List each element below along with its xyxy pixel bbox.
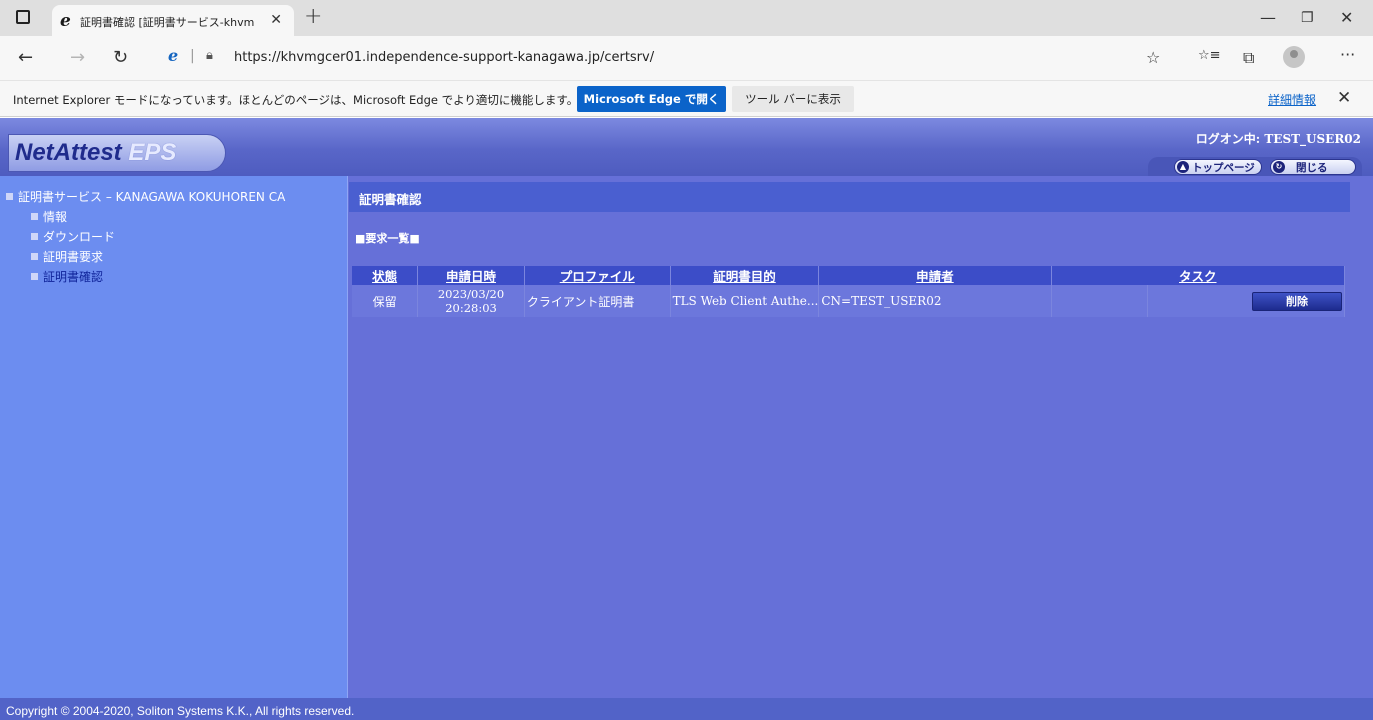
browser-titlebar: e 証明書確認 [証明書サービス-khvm ✕ + — ❐ ✕ xyxy=(0,0,1373,36)
arrow-up-icon: ▲ xyxy=(1177,161,1189,173)
ie-mode-icon[interactable]: e xyxy=(168,46,178,65)
delete-button[interactable]: 削除 xyxy=(1252,291,1342,311)
top-page-button[interactable]: ▲ トップページ xyxy=(1174,159,1262,175)
profile-avatar[interactable] xyxy=(1283,46,1305,68)
column-header: タスク xyxy=(1051,266,1346,285)
sidebar-item-label: 証明書要求 xyxy=(43,250,104,264)
refresh-button[interactable]: ↻ xyxy=(113,47,128,68)
sidebar-item-cert-request[interactable]: 証明書要求 xyxy=(31,248,103,265)
url-text[interactable]: https://khvmgcer01.independence-support-… xyxy=(234,50,654,65)
bullet-icon xyxy=(31,253,38,260)
new-tab-button[interactable]: + xyxy=(304,4,322,29)
section-title: ■要求一覧■ xyxy=(355,232,420,245)
bullet-icon xyxy=(31,273,38,280)
web-page: NetAttest EPS ログオン中: TEST_USER02 ▲ トップペー… xyxy=(0,118,1373,720)
sidebar-item-label: 情報 xyxy=(43,210,68,224)
minimize-button[interactable]: — xyxy=(1260,8,1276,27)
task-cell: 削除 xyxy=(1147,285,1346,317)
sidebar-root[interactable]: 証明書サービス – KANAGAWA KOKUHOREN CA xyxy=(6,188,285,205)
table-row: 保留 2023/03/20 20:28:03 クライアント証明書 TLS Web… xyxy=(352,285,1346,317)
purpose-cell: TLS Web Client Authe... xyxy=(670,285,820,317)
column-header[interactable]: 申請日時 xyxy=(417,266,525,285)
page-info-icon[interactable]: 🔒︎ xyxy=(206,48,213,63)
tab-actions-icon[interactable] xyxy=(16,10,30,24)
sidebar-item-info[interactable]: 情報 xyxy=(31,208,67,225)
footer-copyright: Copyright © 2004-2020, Soliton Systems K… xyxy=(0,698,1373,720)
sidebar: 証明書サービス – KANAGAWA KOKUHOREN CA 情報 ダウンロー… xyxy=(0,176,348,698)
column-header[interactable]: 証明書目的 xyxy=(670,266,820,285)
status-cell: 保留 xyxy=(352,285,419,317)
back-button[interactable]: ← xyxy=(18,47,33,68)
page-title: 証明書確認 xyxy=(349,182,1350,212)
logo-text-eps: EPS xyxy=(128,139,177,166)
tab-close-icon[interactable]: ✕ xyxy=(270,12,282,28)
date-value: 2023/03/20 xyxy=(437,287,505,301)
column-header[interactable]: 状態 xyxy=(352,266,419,285)
page-header: NetAttest EPS ログオン中: TEST_USER02 ▲ トップペー… xyxy=(0,118,1373,177)
add-favorite-icon[interactable]: ☆ xyxy=(1146,48,1160,67)
time-value: 20:28:03 xyxy=(445,301,497,315)
date-cell: 2023/03/20 20:28:03 xyxy=(417,285,525,317)
show-in-toolbar-button[interactable]: ツール バーに表示 xyxy=(732,86,854,112)
tab-title: 証明書確認 [証明書サービス-khvm xyxy=(80,16,255,29)
sidebar-item-cert-check[interactable]: 証明書確認 xyxy=(31,268,103,285)
close-page-button[interactable]: ↻ 閉じる xyxy=(1270,159,1356,175)
netattest-eps-logo: NetAttest EPS xyxy=(8,134,226,172)
request-table: 状態 申請日時 プロファイル 証明書目的 申請者 タスク 保留 2023/03/… xyxy=(352,266,1346,317)
header-nav: ▲ トップページ ↻ 閉じる xyxy=(1148,157,1362,177)
restore-button[interactable]: ❐ xyxy=(1301,10,1314,26)
bullet-icon xyxy=(31,233,38,240)
more-menu-icon[interactable]: ··· xyxy=(1340,45,1355,64)
sidebar-item-download[interactable]: ダウンロード xyxy=(31,228,115,245)
ie-logo-icon: e xyxy=(60,11,71,31)
url-input[interactable]: e | 🔒︎ https://khvmgcer01.independence-s… xyxy=(156,44,1164,72)
table-header-row: 状態 申請日時 プロファイル 証明書目的 申請者 タスク xyxy=(352,266,1346,285)
top-page-label: トップページ xyxy=(1192,161,1255,174)
favorites-icon[interactable]: ☆≡ xyxy=(1198,48,1221,63)
applicant-cell: CN=TEST_USER02 xyxy=(818,285,1052,317)
collections-icon[interactable]: ⧉ xyxy=(1243,48,1254,68)
logon-status: ログオン中: TEST_USER02 xyxy=(1195,132,1361,146)
url-separator: | xyxy=(190,48,195,64)
sidebar-item-label: 証明書確認 xyxy=(43,270,104,284)
browser-tab[interactable]: e 証明書確認 [証明書サービス-khvm ✕ xyxy=(52,5,294,36)
profile-cell: クライアント証明書 xyxy=(524,285,671,317)
bullet-icon xyxy=(31,213,38,220)
address-bar: ← → ↻ e | 🔒︎ https://khvmgcer01.independ… xyxy=(0,36,1373,80)
sidebar-root-label: 証明書サービス – KANAGAWA KOKUHOREN CA xyxy=(18,190,286,204)
task-spacer-cell xyxy=(1051,285,1148,317)
column-header[interactable]: プロファイル xyxy=(524,266,671,285)
details-link[interactable]: 詳細情報 xyxy=(1268,91,1316,108)
logo-text-netattest: NetAttest xyxy=(15,139,122,166)
ie-mode-infobar: Internet Explorer モードになっています。ほとんどのページは、M… xyxy=(0,80,1373,117)
ie-mode-message: Internet Explorer モードになっています。ほとんどのページは、M… xyxy=(13,93,579,107)
window-close-button[interactable]: ✕ xyxy=(1340,8,1353,27)
main-content: 証明書確認 ■要求一覧■ 状態 申請日時 プロファイル 証明書目的 申請者 タス… xyxy=(349,176,1373,698)
sidebar-item-label: ダウンロード xyxy=(43,230,116,244)
open-in-edge-button[interactable]: Microsoft Edge で開く xyxy=(577,86,726,112)
bullet-icon xyxy=(6,193,13,200)
close-page-label: 閉じる xyxy=(1296,161,1328,174)
forward-button[interactable]: → xyxy=(70,47,85,68)
column-header[interactable]: 申請者 xyxy=(818,266,1052,285)
power-icon: ↻ xyxy=(1273,161,1285,173)
infobar-close-icon[interactable]: ✕ xyxy=(1337,88,1351,108)
